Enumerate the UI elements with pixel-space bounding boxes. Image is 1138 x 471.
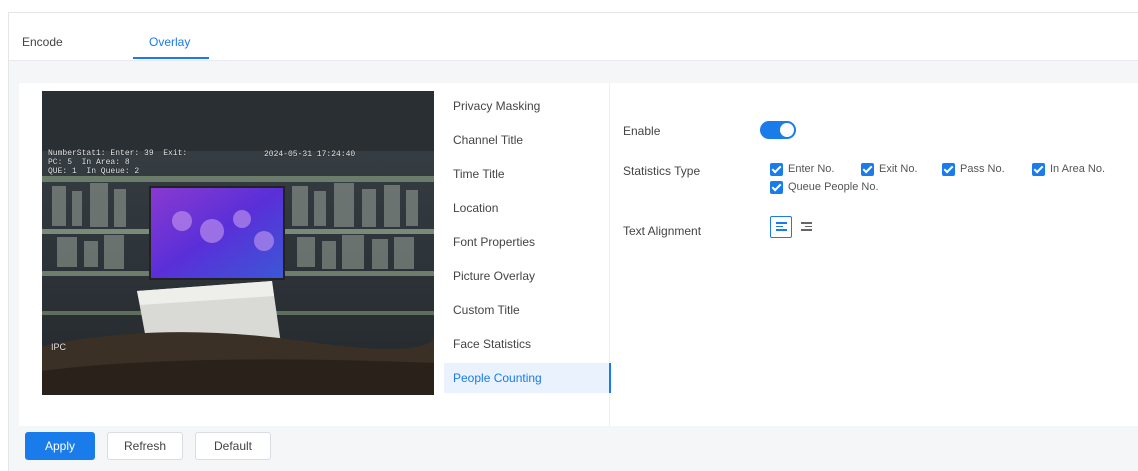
checkbox-in-area-no[interactable]: In Area No.	[1032, 162, 1105, 176]
submenu-item-privacy-masking[interactable]: Privacy Masking	[444, 91, 609, 121]
tab-bar: Encode Overlay	[9, 13, 1138, 61]
tab-encode[interactable]: Encode	[22, 35, 63, 49]
checkbox-checked-icon	[861, 162, 874, 176]
checkbox-queue-people-no[interactable]: Queue People No.	[770, 180, 879, 194]
osd-time-title: 2024-05-31 17:24:40	[264, 150, 356, 159]
submenu-item-channel-title[interactable]: Channel Title	[444, 125, 609, 155]
overlay-submenu: Privacy Masking Channel Title Time Title…	[444, 83, 611, 426]
align-left-icon	[776, 222, 787, 233]
text-alignment-label: Text Alignment	[623, 224, 702, 238]
submenu-item-time-title[interactable]: Time Title	[444, 159, 609, 189]
settings-panel: NumberStat1: Enter: 39 Exit: PC: 5 In Ar…	[19, 83, 1138, 426]
osd-channel-title: IPC	[51, 342, 67, 352]
active-tab-indicator	[133, 57, 209, 59]
checkbox-checked-icon	[1032, 162, 1045, 176]
default-button[interactable]: Default	[195, 432, 271, 460]
checkbox-exit-no[interactable]: Exit No.	[861, 162, 918, 176]
submenu-item-font-properties[interactable]: Font Properties	[444, 227, 609, 257]
submenu-item-people-counting-label: People Counting	[453, 371, 542, 385]
checkbox-checked-icon	[770, 162, 783, 176]
camera-scene-image	[42, 91, 434, 395]
align-left-button[interactable]	[770, 216, 792, 238]
statistics-type-label: Statistics Type	[623, 164, 701, 178]
checkbox-checked-icon	[942, 162, 955, 176]
enable-label: Enable	[623, 124, 661, 138]
video-preview: NumberStat1: Enter: 39 Exit: PC: 5 In Ar…	[42, 91, 434, 395]
submenu-item-picture-overlay[interactable]: Picture Overlay	[444, 261, 609, 291]
submenu-item-face-statistics[interactable]: Face Statistics	[444, 329, 609, 359]
checkbox-queue-people-no-label: Queue People No.	[788, 181, 879, 193]
checkbox-enter-no-label: Enter No.	[788, 163, 835, 175]
checkbox-exit-no-label: Exit No.	[879, 163, 918, 175]
submenu-item-custom-title[interactable]: Custom Title	[444, 295, 609, 325]
submenu-item-people-counting[interactable]: People Counting	[444, 363, 611, 393]
osd-queue-stats-line: QUE: 1 In Queue: 2	[48, 167, 140, 176]
submenu-item-location[interactable]: Location	[444, 193, 609, 223]
checkbox-enter-no[interactable]: Enter No.	[770, 162, 834, 176]
align-right-button[interactable]	[795, 216, 817, 238]
toggle-knob	[780, 123, 794, 137]
apply-button[interactable]: Apply	[25, 432, 95, 460]
align-right-icon	[801, 222, 812, 233]
checkbox-pass-no[interactable]: Pass No.	[942, 162, 1005, 176]
refresh-button[interactable]: Refresh	[107, 432, 183, 460]
active-submenu-indicator	[609, 363, 611, 393]
checkbox-pass-no-label: Pass No.	[960, 163, 1005, 175]
tab-overlay[interactable]: Overlay	[149, 35, 190, 49]
overlay-settings-window: Encode Overlay NumberStat1: Enter: 39 Ex…	[8, 12, 1138, 471]
enable-toggle[interactable]	[760, 121, 796, 139]
checkbox-checked-icon	[770, 180, 783, 194]
checkbox-in-area-no-label: In Area No.	[1050, 163, 1106, 175]
